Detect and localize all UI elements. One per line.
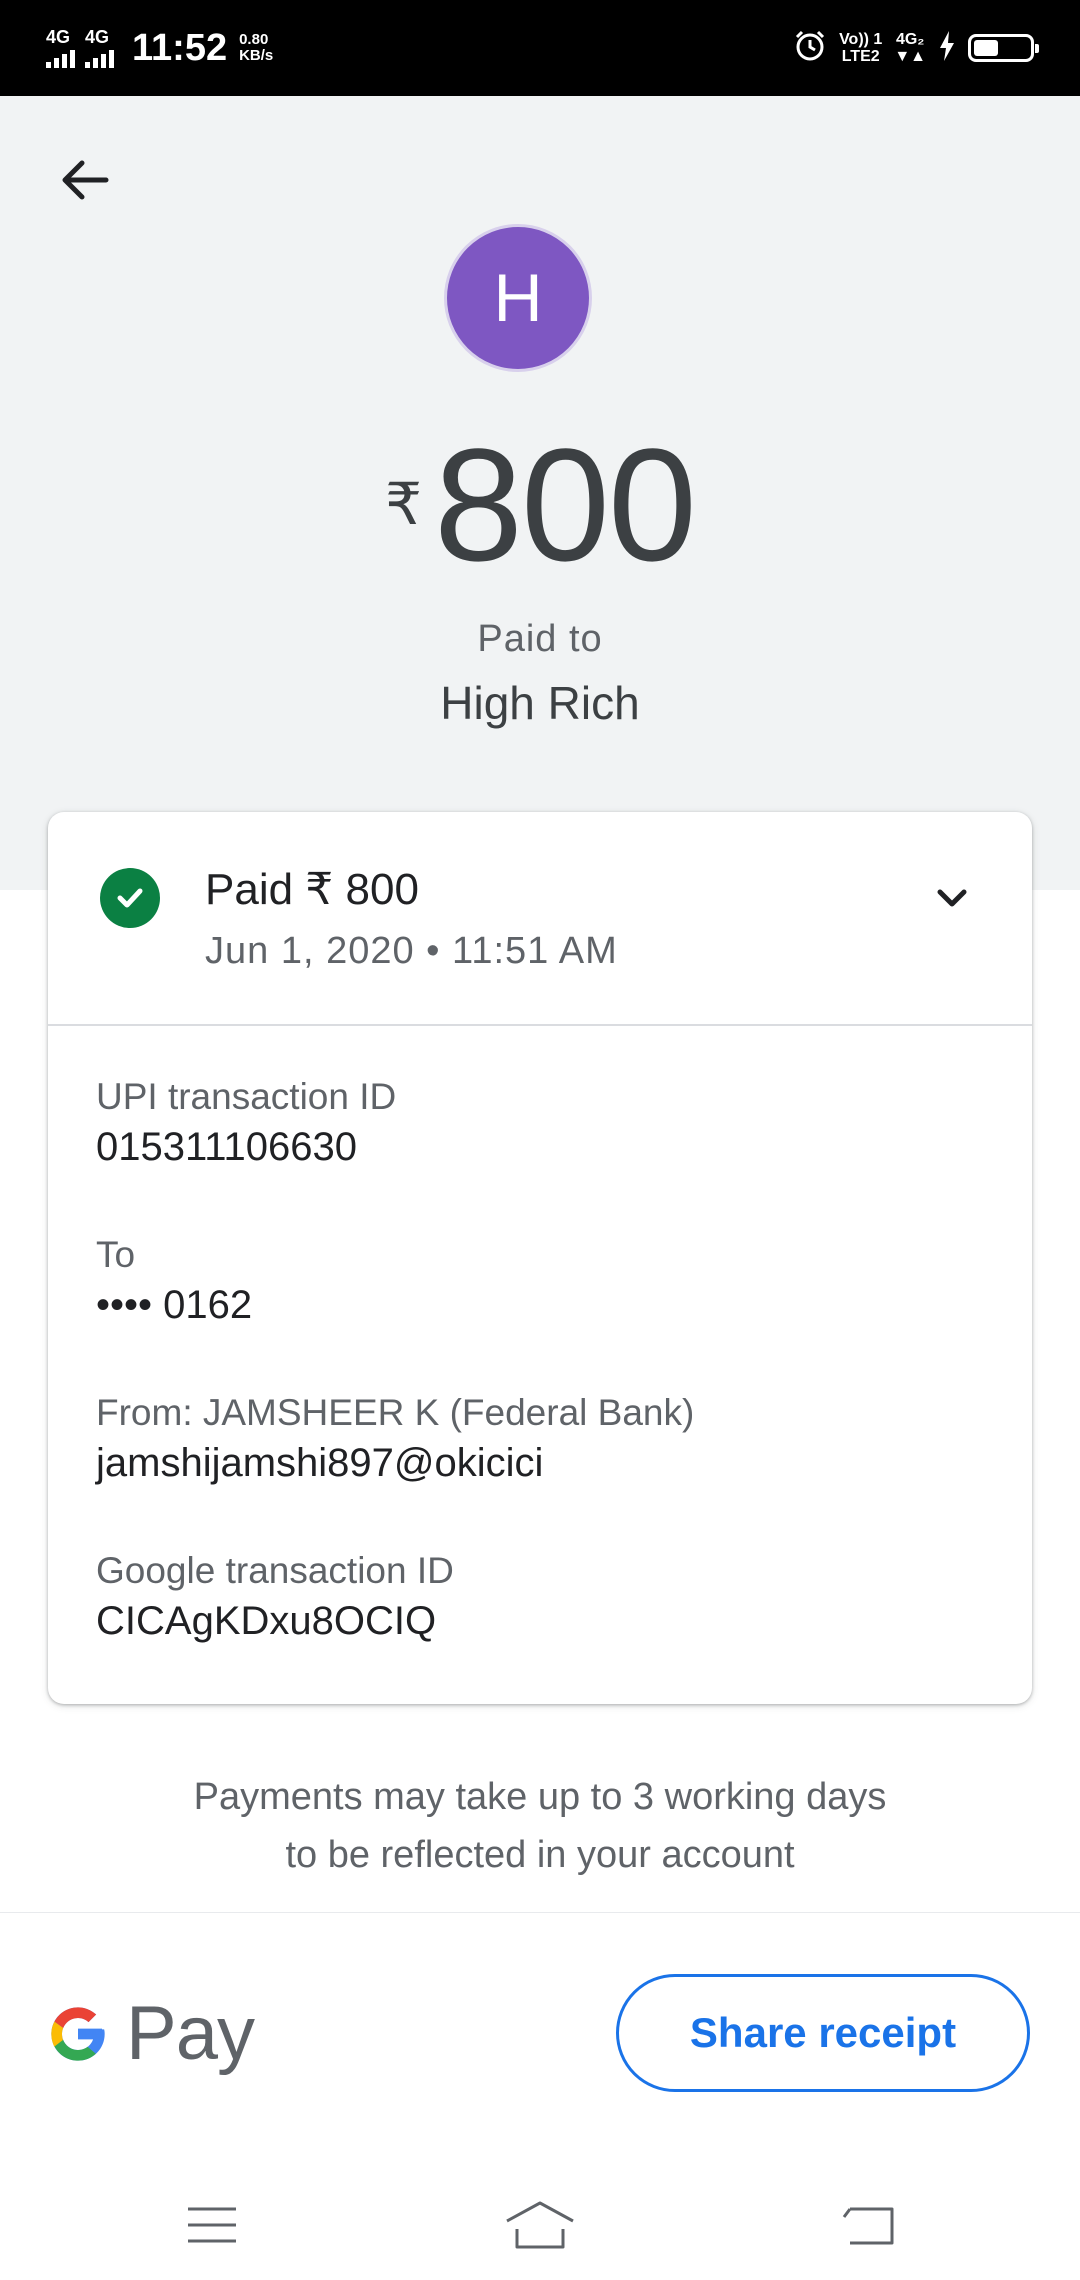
back-nav-button[interactable] [830,2190,910,2260]
volte-bottom: LTE2 [841,48,880,65]
avatar: H [444,224,592,372]
volte-indicator: Vo)) 1 LTE2 [839,31,882,65]
footer-divider [0,1912,1080,1913]
gpay-logo: Pay [46,1990,255,2077]
volte-top: Vo)) 1 [839,31,883,48]
chevron-down-icon [937,889,967,907]
note-line-2: to be reflected in your account [285,1834,795,1876]
back-button[interactable] [50,148,120,212]
data-indicator: 4G₂ ▼▲ [894,31,926,65]
google-g-icon [51,2006,105,2061]
network-type-1: 4G [46,27,71,47]
payment-status: Paid ₹ 800 [205,865,419,914]
battery-icon [968,34,1039,62]
detail-to: To •••• 0162 [96,1232,252,1332]
note-line-1: Payments may take up to 3 working days [193,1776,887,1818]
detail-label: To [96,1234,136,1275]
check-circle-icon [100,868,160,928]
network-type-3: 4G₂ [895,31,925,48]
transaction-summary[interactable]: Paid ₹ 800 Jun 1, 2020 • 11:51 AM [48,812,1032,1024]
expand-button[interactable] [920,866,984,930]
speed-value: 0.80 [239,31,269,48]
signal-1: 4G [46,28,75,68]
charging-icon [938,30,956,66]
status-bar: 4G 4G 11:52 0.80 KB/s Vo)) 1 LTE2 4G₂ ▼▲ [0,0,1080,96]
signal-2: 4G [85,28,114,68]
detail-label: From: JAMSHEER K (Federal Bank) [96,1392,695,1433]
speed-unit: KB/s [239,47,274,64]
detail-value[interactable]: CICAgKDxu8OCIQ [96,1594,454,1648]
detail-value[interactable]: •••• 0162 [96,1278,252,1332]
menu-icon [188,2207,236,2243]
avatar-letter: H [493,260,543,336]
alarm-icon [793,29,827,68]
paid-to-label: Paid to [477,618,603,660]
signal-bars-icon [85,46,114,68]
payee-name: High Rich [440,677,640,729]
processing-note: Payments may take up to 3 working days t… [0,1768,1080,1884]
amount-value: 800 [433,415,697,594]
network-speed: 0.80 KB/s [239,32,273,64]
home-button[interactable] [500,2190,580,2260]
home-icon [506,2201,574,2249]
payment-datetime: Jun 1, 2020 • 11:51 AM [205,930,618,972]
amount-display: ₹ 800 [0,420,1080,590]
system-nav-bar [0,2170,1080,2280]
network-type-2: 4G [85,27,110,47]
transaction-card: Paid ₹ 800 Jun 1, 2020 • 11:51 AM UPI tr… [48,812,1032,1704]
share-receipt-button[interactable]: Share receipt [616,1974,1030,2092]
signal-bars-icon [46,46,75,68]
battery-fill [974,40,999,56]
detail-google-id: Google transaction ID CICAgKDxu8OCIQ [96,1548,454,1648]
detail-upi-id: UPI transaction ID 015311106630 [96,1074,396,1174]
back-arrow-icon [62,160,109,200]
detail-from: From: JAMSHEER K (Federal Bank) jamshija… [96,1390,694,1490]
clock: 11:52 [132,26,228,69]
detail-value[interactable]: 015311106630 [96,1120,396,1174]
detail-value[interactable]: jamshijamshi897@okicici [96,1436,694,1490]
detail-label: Google transaction ID [96,1550,454,1591]
detail-label: UPI transaction ID [96,1076,397,1117]
menu-button[interactable] [172,2190,252,2260]
divider [48,1024,1032,1026]
back-nav-icon [842,2207,894,2245]
data-arrows-icon: ▼▲ [894,48,926,65]
gpay-brand-text: Pay [126,1991,255,2076]
currency-symbol: ₹ [385,472,422,537]
